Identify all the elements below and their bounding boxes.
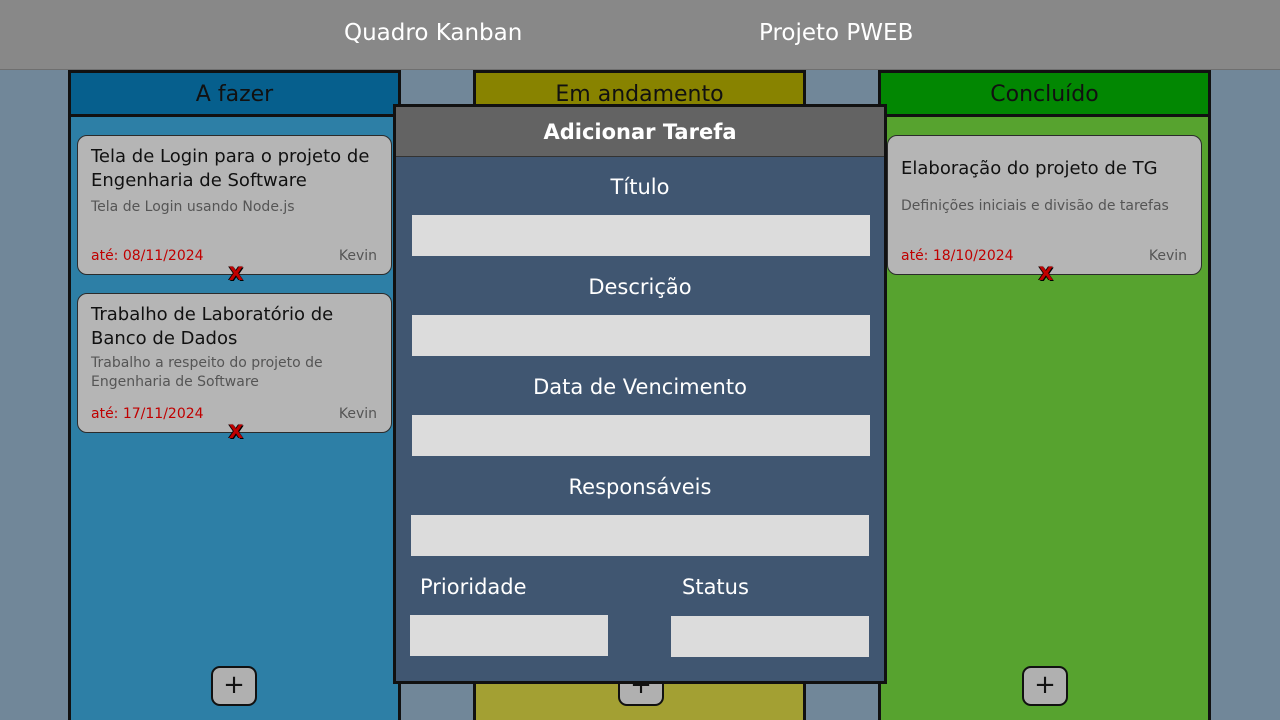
delete-task-icon[interactable]: X xyxy=(226,422,246,442)
due-date-input[interactable] xyxy=(412,415,870,456)
priority-input[interactable] xyxy=(410,615,608,656)
delete-task-icon[interactable]: X xyxy=(1036,264,1056,284)
assignees-label: Responsáveis xyxy=(568,475,712,499)
column-todo: A fazer Tela de Login para o projeto de … xyxy=(68,70,401,720)
due-date-label: Data de Vencimento xyxy=(533,375,747,399)
task-card[interactable]: Elaboração do projeto de TG Definições i… xyxy=(887,135,1202,284)
assignees-input[interactable] xyxy=(411,515,869,556)
task-owner: Kevin xyxy=(338,248,377,264)
task-card[interactable]: Trabalho de Laboratório de Banco de Dado… xyxy=(77,293,392,442)
status-label: Status xyxy=(682,575,749,599)
add-task-button[interactable]: + xyxy=(1022,666,1068,706)
task-due-date: até: 17/11/2024 xyxy=(91,406,204,422)
status-input[interactable] xyxy=(671,616,869,657)
column-done: Concluído Elaboração do projeto de TG De… xyxy=(878,70,1211,720)
task-due-date: até: 18/10/2024 xyxy=(901,248,1014,264)
task-title: Elaboração do projeto de TG xyxy=(901,158,1158,179)
task-description: Definições iniciais e divisão de tarefas xyxy=(901,198,1169,214)
column-header-todo: A fazer xyxy=(71,73,398,117)
task-card[interactable]: Tela de Login para o projeto de Engenhar… xyxy=(77,135,392,284)
priority-label: Prioridade xyxy=(420,575,527,599)
board-title: Quadro Kanban xyxy=(344,20,523,46)
task-due-date: até: 08/11/2024 xyxy=(91,248,204,264)
task-owner: Kevin xyxy=(338,406,377,422)
task-description: Tela de Login usando Node.js xyxy=(91,199,295,215)
description-input[interactable] xyxy=(412,315,870,356)
delete-task-icon[interactable]: X xyxy=(226,264,246,284)
add-task-button[interactable]: + xyxy=(211,666,257,706)
title-label: Título xyxy=(610,175,670,199)
add-task-modal: Adicionar Tarefa Título Descrição Data d… xyxy=(393,104,887,684)
title-input[interactable] xyxy=(412,215,870,256)
description-label: Descrição xyxy=(588,275,692,299)
modal-title: Adicionar Tarefa xyxy=(396,107,884,157)
project-title: Projeto PWEB xyxy=(759,20,914,46)
task-description: Trabalho a respeito do projeto de Engenh… xyxy=(91,355,323,390)
app-header: Quadro Kanban Projeto PWEB xyxy=(0,0,1280,70)
task-title: Trabalho de Laboratório de Banco de Dado… xyxy=(91,304,334,349)
column-header-done: Concluído xyxy=(881,73,1208,117)
task-owner: Kevin xyxy=(1148,248,1187,264)
task-title: Tela de Login para o projeto de Engenhar… xyxy=(91,146,370,191)
